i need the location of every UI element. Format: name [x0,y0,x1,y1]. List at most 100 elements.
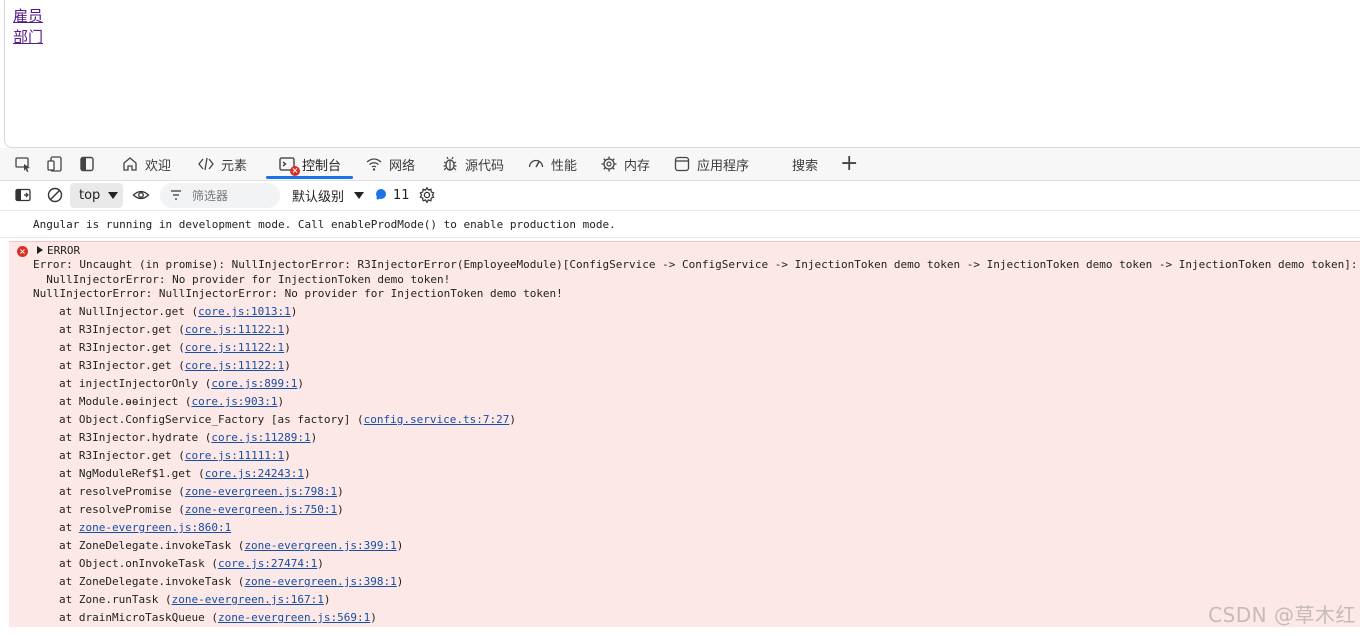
stack-frame-text: at ZoneDelegate.invokeTask ( [59,539,245,552]
source-link[interactable]: zone-evergreen.js:399:1 [244,539,396,552]
tab-label: 网络 [389,158,416,174]
message-count[interactable]: 11 [375,183,410,208]
source-link[interactable]: core.js:11122:1 [185,323,284,336]
devtools-tabbar: 欢迎 元素 × 控制台 网络 源代码 性能 内存 应用程序 搜索 + [0,148,1360,181]
tab-label: 应用程序 [697,158,750,174]
tab-label: 搜索 [792,158,819,174]
tab-search[interactable]: 搜索 [792,148,818,180]
dock-side-icon[interactable] [77,154,97,174]
source-link[interactable]: zone-evergreen.js:860:1 [79,521,231,534]
clear-console-icon[interactable] [45,185,65,205]
stack-frame: at resolvePromise (zone-evergreen.js:750… [59,501,516,519]
console-toolbar: top 默认级别 11 [0,181,1360,211]
error-line: Error: Uncaught (in promise): NullInject… [33,258,1358,271]
stack-frame: at ZoneDelegate.invokeTask (zone-evergre… [59,573,516,591]
console-output: Angular is running in development mode. … [0,211,1360,636]
tab-performance[interactable]: 性能 [527,148,577,180]
tab-label: 性能 [551,158,578,174]
add-tab-icon[interactable]: + [840,151,858,176]
sidebar-toggle-icon[interactable] [13,185,33,205]
window-icon [673,155,691,173]
stack-frame-text: at R3Injector.get ( [59,341,185,354]
stack-frame-text: at resolvePromise ( [59,485,185,498]
source-link[interactable]: core.js:903:1 [191,395,277,408]
message-icon [375,188,387,204]
error-toggle[interactable]: ERROR [37,243,80,259]
stack-frame-tail: ) [337,485,344,498]
source-link[interactable]: core.js:11111:1 [185,449,284,462]
stack-trace: at NullInjector.get (core.js:1013:1) at R… [59,303,516,627]
message-count-value: 11 [393,188,410,203]
error-text: Error: Uncaught (in promise): NullInject… [33,258,1358,302]
bug-icon [441,155,459,173]
error-line: NullInjectorError: No provider for Injec… [33,272,451,286]
stack-frame: at Object.ConfigService_Factory [as fact… [59,411,516,429]
stack-frame-tail: ) [310,431,318,444]
source-link[interactable]: core.js:1013:1 [198,305,291,318]
stack-frame-text: at injectInjectorOnly ( [59,377,212,390]
stack-frame: at Zone.runTask (zone-evergreen.js:167:1… [59,591,516,609]
context-value: top [79,188,101,203]
stack-frame-tail: ) [304,467,311,480]
source-link[interactable]: zone-evergreen.js:798:1 [185,485,337,498]
stack-frame: at drainMicroTaskQueue (zone-evergreen.j… [59,609,516,627]
source-link[interactable]: zone-evergreen.js:167:1 [172,593,324,606]
filter-icon [170,186,182,205]
stack-frame: at NgModuleRef$1.get (core.js:24243:1) [59,465,516,483]
stack-frame-tail: ) [284,323,291,336]
stack-frame-tail: ) [284,449,291,462]
tab-sources[interactable]: 源代码 [441,148,504,180]
memory-icon [600,155,618,173]
source-link[interactable]: core.js:11289:1 [211,431,310,444]
source-link[interactable]: core.js:11122:1 [185,341,284,354]
source-link[interactable]: core.js:11122:1 [185,359,284,372]
filter-input[interactable] [190,187,274,204]
stack-frame: at injectInjectorOnly (core.js:899:1) [59,375,516,393]
tab-label: 欢迎 [145,158,172,174]
stack-frame-tail: ) [297,377,305,390]
tab-network[interactable]: 网络 [365,148,415,180]
tab-label: 元素 [221,158,248,174]
tab-label: 源代码 [465,158,505,174]
device-toolbar-icon[interactable] [45,154,65,174]
stack-frame-tail: ) [277,395,285,408]
gauge-icon [527,155,545,173]
source-link[interactable]: zone-evergreen.js:569:1 [218,611,370,624]
stack-frame-text: at drainMicroTaskQueue ( [59,611,218,624]
stack-frame-text: at R3Injector.hydrate ( [59,431,212,444]
active-tab-indicator [266,176,354,179]
chevron-down-icon [108,192,119,199]
source-link[interactable]: config.service.ts:7:27 [364,413,510,426]
tab-memory[interactable]: 内存 [600,148,650,180]
tab-elements[interactable]: 元素 [197,148,247,180]
page-viewport: 雇员 部门 [4,0,1360,148]
stack-frame-tail: ) [323,593,331,606]
tab-console[interactable]: × 控制台 [266,148,354,180]
watermark: CSDN @草木红 [1208,603,1356,627]
source-link[interactable]: core.js:899:1 [211,377,297,390]
error-title: ERROR [47,244,81,257]
source-link[interactable]: core.js:27474:1 [218,557,317,570]
stack-frame-text: at Zone.runTask ( [59,593,172,606]
stack-frame-tail: ) [509,413,516,426]
inspect-element-icon[interactable] [13,154,33,174]
stack-frame-text: at Object.onInvokeTask ( [59,557,218,570]
eye-icon[interactable] [131,185,151,205]
source-link[interactable]: zone-evergreen.js:750:1 [185,503,337,516]
tab-application[interactable]: 应用程序 [673,148,749,180]
tab-label: 控制台 [302,158,342,174]
stack-frame: at R3Injector.hydrate (core.js:11289:1) [59,429,516,447]
context-selector[interactable]: top [70,183,123,208]
log-level-selector[interactable]: 默认级别 [292,183,365,208]
source-link[interactable]: core.js:24243:1 [205,467,304,480]
stack-frame-text: at R3Injector.get ( [59,449,185,462]
code-icon [197,155,215,173]
stack-frame-text: at NullInjector.get ( [59,305,199,318]
source-link[interactable]: zone-evergreen.js:398:1 [244,575,396,588]
gear-icon[interactable] [417,185,437,205]
wifi-icon [365,155,383,173]
stack-frame-text: at ZoneDelegate.invokeTask ( [59,575,245,588]
tab-welcome[interactable]: 欢迎 [121,148,171,180]
link-department[interactable]: 部门 [13,27,1360,48]
link-employee[interactable]: 雇员 [13,6,1360,27]
